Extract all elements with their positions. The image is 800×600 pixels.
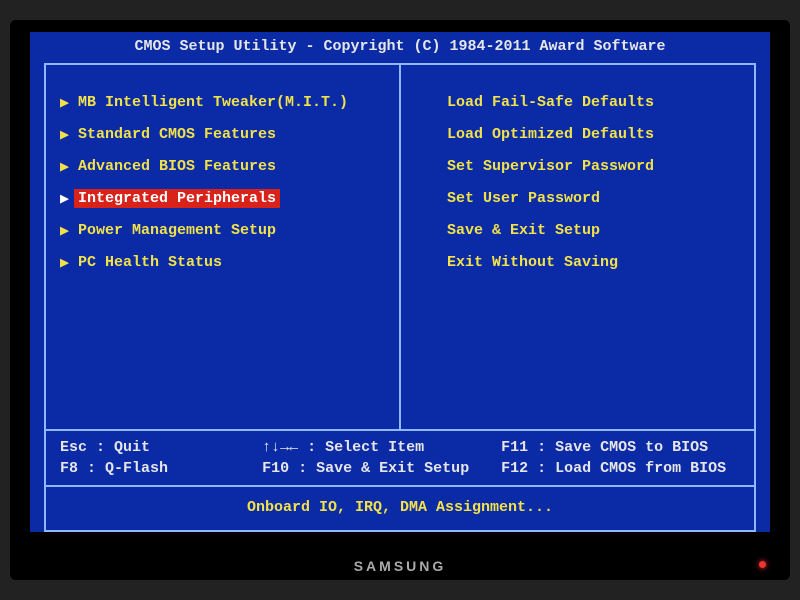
item-description: Onboard IO, IRQ, DMA Assignment... — [46, 485, 754, 530]
menu-item-label: Integrated Peripherals — [74, 189, 280, 208]
help-f12-load: F12 : Load CMOS from BIOS — [501, 460, 740, 477]
help-f11-save: F11 : Save CMOS to BIOS — [501, 439, 740, 456]
menu-set-supervisor-password[interactable]: Set Supervisor Password — [415, 155, 740, 177]
triangle-icon: ▶ — [60, 125, 74, 144]
menu-item-label: Load Optimized Defaults — [443, 125, 658, 144]
main-box: ▶ MB Intelligent Tweaker(M.I.T.) ▶ Stand… — [44, 63, 756, 532]
menu-item-label: Set Supervisor Password — [443, 157, 658, 176]
power-led-icon — [759, 561, 766, 568]
right-menu-column: Load Fail-Safe Defaults Load Optimized D… — [401, 65, 754, 429]
monitor-bezel: CMOS Setup Utility - Copyright (C) 1984-… — [10, 20, 790, 580]
left-menu-column: ▶ MB Intelligent Tweaker(M.I.T.) ▶ Stand… — [46, 65, 401, 429]
menu-set-user-password[interactable]: Set User Password — [415, 187, 740, 209]
help-arrows-select: ↑↓→← : Select Item — [262, 439, 501, 456]
menu-load-failsafe-defaults[interactable]: Load Fail-Safe Defaults — [415, 91, 740, 113]
triangle-icon: ▶ — [60, 189, 74, 208]
help-bar: Esc : Quit ↑↓→← : Select Item F11 : Save… — [46, 429, 754, 485]
help-f10-save-exit: F10 : Save & Exit Setup — [262, 460, 501, 477]
help-f8-qflash: F8 : Q-Flash — [60, 460, 262, 477]
menu-item-label: Power Management Setup — [74, 221, 280, 240]
menu-item-label: Set User Password — [443, 189, 604, 208]
triangle-icon: ▶ — [60, 253, 74, 272]
triangle-icon: ▶ — [60, 221, 74, 240]
menu-standard-cmos-features[interactable]: ▶ Standard CMOS Features — [60, 123, 385, 145]
menu-mb-intelligent-tweaker[interactable]: ▶ MB Intelligent Tweaker(M.I.T.) — [60, 91, 385, 113]
menu-pc-health-status[interactable]: ▶ PC Health Status — [60, 251, 385, 273]
menu-exit-without-saving[interactable]: Exit Without Saving — [415, 251, 740, 273]
menu-item-label: MB Intelligent Tweaker(M.I.T.) — [74, 93, 352, 112]
menu-advanced-bios-features[interactable]: ▶ Advanced BIOS Features — [60, 155, 385, 177]
menu-integrated-peripherals[interactable]: ▶ Integrated Peripherals — [60, 187, 385, 209]
menu-item-label: Advanced BIOS Features — [74, 157, 280, 176]
menu-item-label: Save & Exit Setup — [443, 221, 604, 240]
menu-save-exit-setup[interactable]: Save & Exit Setup — [415, 219, 740, 241]
monitor-brand-label: SAMSUNG — [354, 558, 447, 574]
help-esc-quit: Esc : Quit — [60, 439, 262, 456]
menu-power-management-setup[interactable]: ▶ Power Management Setup — [60, 219, 385, 241]
menu-item-label: Exit Without Saving — [443, 253, 622, 272]
menu-item-label: PC Health Status — [74, 253, 226, 272]
menu-item-label: Standard CMOS Features — [74, 125, 280, 144]
title-bar: CMOS Setup Utility - Copyright (C) 1984-… — [30, 32, 770, 63]
triangle-icon: ▶ — [60, 157, 74, 176]
menu-columns: ▶ MB Intelligent Tweaker(M.I.T.) ▶ Stand… — [46, 65, 754, 429]
triangle-icon: ▶ — [60, 93, 74, 112]
menu-item-label: Load Fail-Safe Defaults — [443, 93, 658, 112]
menu-load-optimized-defaults[interactable]: Load Optimized Defaults — [415, 123, 740, 145]
bios-screen: CMOS Setup Utility - Copyright (C) 1984-… — [30, 32, 770, 532]
